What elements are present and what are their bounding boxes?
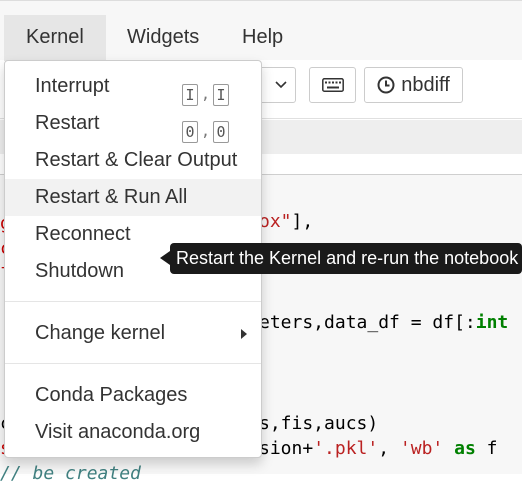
code-line-9: sion+'.pkl', 'wb' as f [259, 438, 498, 459]
nbdiff-label: nbdiff [401, 73, 450, 96]
shortcut-key: I [181, 83, 198, 106]
shortcut-key: I [213, 83, 229, 106]
menu-divider [5, 363, 261, 364]
tooltip-arrow [160, 251, 170, 265]
menu-help[interactable]: Help [220, 15, 305, 61]
menu-widgets[interactable]: Widgets [105, 15, 221, 61]
menu-item-label: Restart [35, 112, 100, 134]
code-line-5: eters,data_df = df[:int [259, 312, 509, 333]
menu-item-restart-run-all[interactable]: Restart & Run All [5, 179, 261, 216]
menu-item-conda-packages[interactable]: Conda Packages [5, 377, 261, 414]
clock-icon [377, 76, 395, 94]
menu-item-label: Interrupt [35, 75, 110, 97]
command-palette-button[interactable] [309, 67, 356, 103]
code-line-10: // be created [0, 463, 141, 484]
tooltip: Restart the Kernel and re-run the notebo… [170, 243, 522, 274]
code-line-2: ox"], [259, 211, 314, 232]
caret-right-icon [241, 329, 247, 339]
chevron-down-icon [275, 81, 287, 89]
keyboard-icon [321, 78, 344, 92]
menu-divider [5, 301, 261, 302]
nbdiff-button[interactable]: nbdiff [364, 67, 463, 103]
menu-item-visit-anaconda[interactable]: Visit anaconda.org [5, 414, 261, 451]
shortcut-key: 0 [213, 120, 229, 143]
code-line-7: s,fis,aucs) [259, 413, 379, 434]
menu-item-restart-clear-output[interactable]: Restart & Clear Output [5, 142, 261, 179]
menu-item-label: Change kernel [35, 322, 166, 344]
menu-item-interrupt[interactable]: Interrupt I , I [5, 68, 261, 106]
menu-item-change-kernel[interactable]: Change kernel [5, 315, 261, 352]
menu-item-restart[interactable]: Restart 0 , 0 [5, 105, 261, 143]
menu-kernel[interactable]: Kernel [4, 15, 106, 61]
menubar: Kernel Widgets Help [0, 0, 522, 61]
shortcut-key: 0 [181, 120, 198, 143]
